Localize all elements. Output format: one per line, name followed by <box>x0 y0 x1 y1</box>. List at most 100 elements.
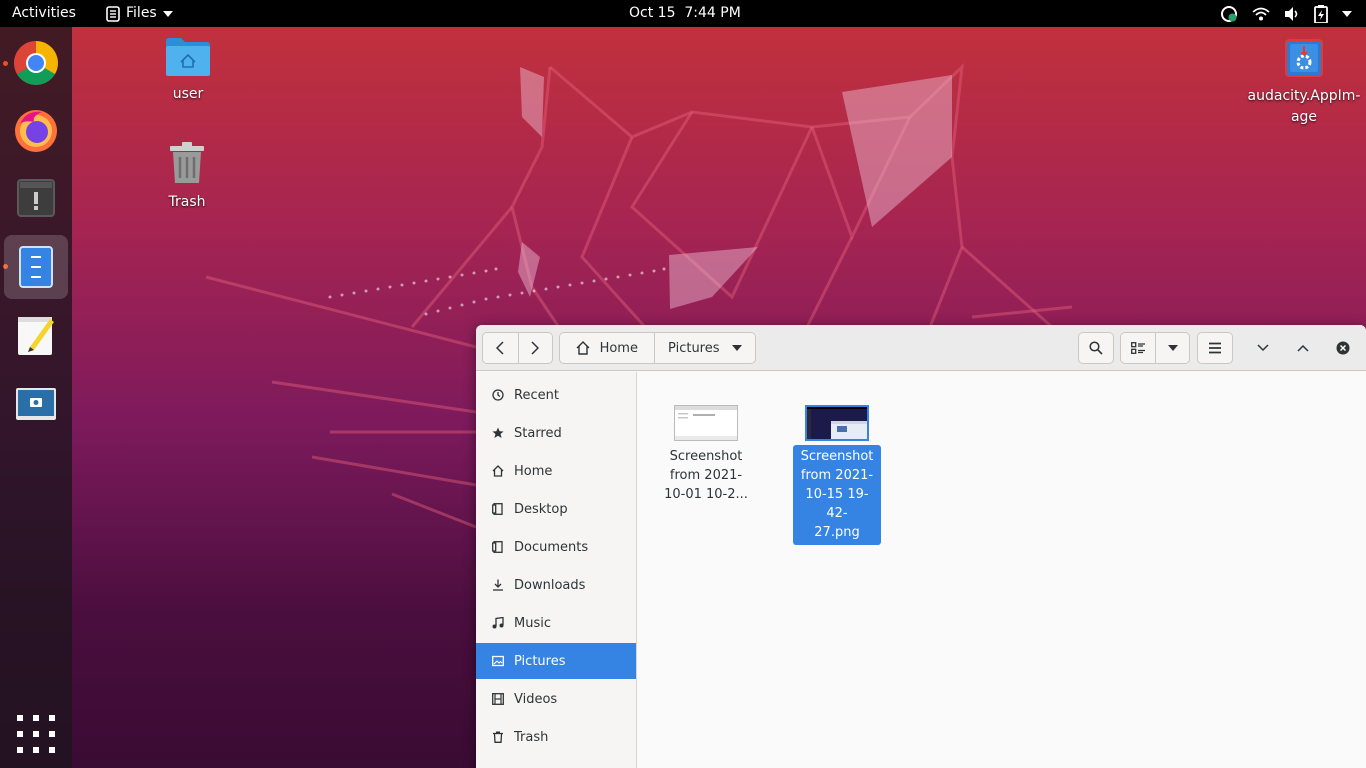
app-menu-label: Files <box>126 5 157 21</box>
sidebar-item-label: Recent <box>514 387 559 403</box>
thumbnail-preview <box>675 406 737 440</box>
search-button[interactable] <box>1078 332 1114 364</box>
path-pictures-label: Pictures <box>668 340 720 356</box>
minimize-icon <box>1257 344 1269 352</box>
desktop-icon-label: user <box>172 86 204 102</box>
app-menu[interactable]: Files <box>106 0 173 27</box>
chevron-right-icon <box>531 341 540 355</box>
sidebar-item-label: Downloads <box>514 577 586 593</box>
header-bar: Home Pictures <box>476 325 1366 371</box>
main-menu-button[interactable] <box>1197 332 1233 364</box>
home-icon <box>576 341 590 355</box>
star-icon <box>492 427 504 438</box>
documents-icon <box>492 541 503 553</box>
file-name: Screenshot from 2021- 10-15 19-42- 27.pn… <box>793 445 881 545</box>
file-item[interactable]: Screenshot from 2021- 10-15 19-42- 27.pn… <box>793 405 881 545</box>
desktop-icon-trash[interactable]: Trash <box>152 142 222 213</box>
sidebar-item-label: Starred <box>514 425 562 441</box>
path-home-label: Home <box>599 340 638 356</box>
sidebar-item-desktop[interactable]: Desktop <box>476 491 636 527</box>
back-button[interactable] <box>483 333 518 363</box>
chevron-down-icon <box>731 345 742 351</box>
close-icon <box>1336 341 1350 355</box>
files-icon <box>19 246 53 288</box>
dock-item-software-updater[interactable] <box>4 166 68 230</box>
minimize-button[interactable] <box>1247 332 1279 364</box>
show-applications-icon[interactable] <box>17 715 55 753</box>
sidebar-item-label: Home <box>514 463 553 479</box>
maximize-button[interactable] <box>1287 332 1319 364</box>
firefox-icon <box>15 110 57 152</box>
view-options-button[interactable] <box>1155 333 1189 363</box>
file-name: Screenshot from 2021- 10-01 10-2... <box>664 449 748 502</box>
chrome-icon <box>14 41 58 85</box>
sidebar-item-trash[interactable]: Trash <box>476 719 636 755</box>
sidebar-item-home[interactable]: Home <box>476 453 636 489</box>
home-icon <box>492 465 504 477</box>
path-pictures-button[interactable]: Pictures <box>653 333 755 363</box>
trash-icon <box>493 731 503 743</box>
dock-item-chrome[interactable] <box>4 31 68 95</box>
files-app-icon <box>106 5 120 22</box>
sidebar-item-downloads[interactable]: Downloads <box>476 567 636 603</box>
volume-icon[interactable] <box>1284 6 1300 21</box>
close-button[interactable] <box>1327 332 1359 364</box>
system-tray[interactable] <box>1220 0 1352 27</box>
files-window: Home Pictures Recent Starred Home Deskto… <box>476 325 1366 768</box>
forward-button[interactable] <box>517 333 553 363</box>
maximize-icon <box>1297 344 1309 352</box>
activities-button[interactable]: Activities <box>12 0 76 27</box>
screenshot-icon <box>16 388 56 420</box>
sidebar-item-label: Desktop <box>514 501 568 517</box>
sidebar-item-pictures[interactable]: Pictures <box>476 643 636 679</box>
dock-item-text-editor[interactable] <box>4 303 68 367</box>
sidebar-item-label: Music <box>514 615 551 631</box>
battery-icon[interactable] <box>1314 4 1328 23</box>
path-home-button[interactable]: Home <box>560 333 654 363</box>
chevron-down-icon <box>1167 345 1178 351</box>
desktop-icon-user[interactable]: user <box>153 36 223 105</box>
sidebar-item-label: Trash <box>514 729 549 745</box>
search-icon <box>1089 341 1103 355</box>
sidebar-item-label: Pictures <box>514 653 566 669</box>
hamburger-menu-icon <box>1209 342 1221 354</box>
desktop-icon-label: Trash <box>168 194 206 210</box>
chevron-down-icon <box>162 10 173 17</box>
updater-icon <box>17 179 55 217</box>
clock-icon <box>492 389 504 401</box>
view-buttons <box>1120 332 1190 364</box>
sidebar-item-starred[interactable]: Starred <box>476 415 636 451</box>
sidebar-item-documents[interactable]: Documents <box>476 529 636 565</box>
list-view-button[interactable] <box>1121 333 1155 363</box>
music-icon <box>492 617 504 629</box>
update-indicator-icon[interactable] <box>1220 5 1238 23</box>
dock-item-screenshot[interactable] <box>4 372 68 436</box>
file-item[interactable]: Screenshot from 2021- 10-01 10-2... <box>662 405 750 507</box>
image-thumbnail <box>674 405 738 441</box>
chevron-down-icon[interactable] <box>1342 10 1352 17</box>
clock[interactable]: Oct 15 7:44 PM <box>629 0 741 27</box>
videos-icon <box>492 693 504 705</box>
sidebar-item-music[interactable]: Music <box>476 605 636 641</box>
home-folder-icon <box>166 38 210 76</box>
dock <box>0 27 72 768</box>
thumbnail-preview <box>807 407 867 439</box>
trash-icon <box>170 142 204 183</box>
sidebar-item-label: Videos <box>514 691 558 707</box>
dock-item-firefox[interactable] <box>4 98 68 162</box>
sidebar-item-videos[interactable]: Videos <box>476 681 636 717</box>
desktop-icon-label: audacity.AppIm-age <box>1247 88 1361 125</box>
pictures-icon <box>492 655 504 667</box>
text-editor-icon <box>18 317 54 355</box>
dock-item-files[interactable] <box>4 235 68 299</box>
sidebar-item-label: Documents <box>514 539 589 555</box>
sidebar-item-recent[interactable]: Recent <box>476 377 636 413</box>
download-icon <box>493 579 503 591</box>
top-bar: Activities Files Oct 15 7:44 PM <box>0 0 1366 27</box>
desktop-icon-audacity-appimage[interactable]: audacity.AppIm-age <box>1244 38 1364 128</box>
wifi-icon[interactable] <box>1252 7 1270 21</box>
places-sidebar: Recent Starred Home Desktop Documents Do… <box>476 372 637 768</box>
image-thumbnail <box>805 405 869 441</box>
chevron-left-icon <box>496 341 504 355</box>
desktop-icon <box>492 503 503 515</box>
